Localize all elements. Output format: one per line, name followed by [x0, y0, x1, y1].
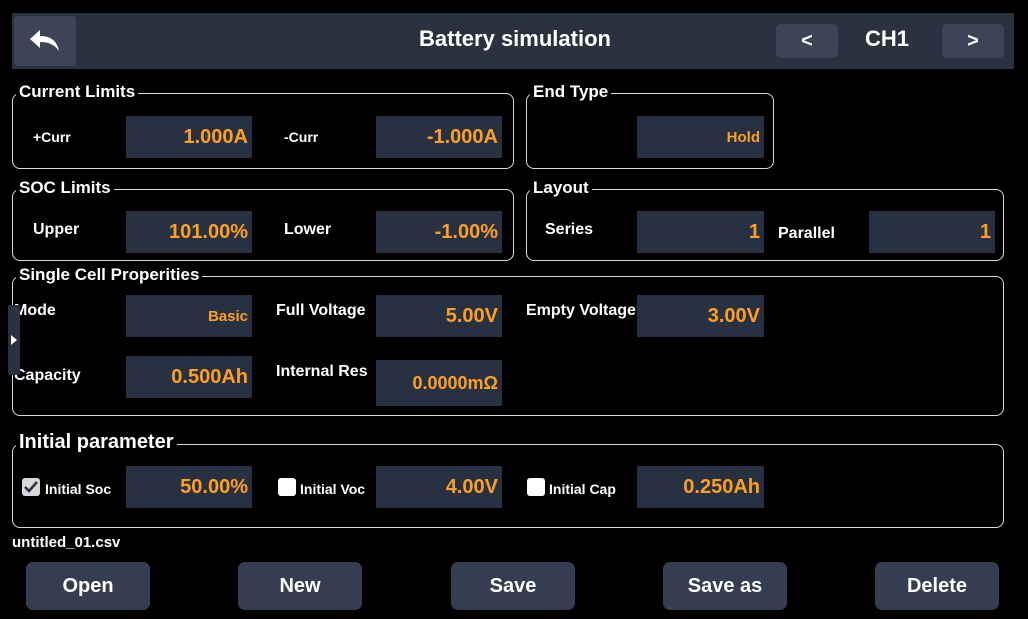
initial-soc-label: Initial Soc: [45, 481, 112, 497]
internal-res-label: Internal Res: [276, 363, 368, 380]
delete-button[interactable]: Delete: [875, 562, 999, 610]
lower-label: Lower: [284, 221, 332, 238]
mode-field[interactable]: Basic: [126, 295, 252, 337]
page-title: Battery simulation: [419, 26, 611, 51]
mode-label: Mode: [14, 302, 56, 319]
minus-curr-label: -Curr: [284, 129, 319, 145]
parallel-field[interactable]: 1: [869, 211, 995, 253]
initial-voc-checkbox[interactable]: [278, 478, 296, 496]
save-as-button[interactable]: Save as: [663, 562, 787, 610]
empty-voltage-field[interactable]: 3.00V: [637, 295, 764, 337]
full-voltage-field[interactable]: 5.00V: [376, 295, 502, 337]
initial-voc-label: Initial Voc: [300, 481, 366, 497]
end-type-title: End Type: [530, 82, 612, 102]
initial-cap-label: Initial Cap: [549, 481, 616, 497]
minus-curr-field[interactable]: -1.000A: [376, 116, 502, 158]
initial-cap-field[interactable]: 0.250Ah: [637, 466, 764, 508]
channel-label: CH1: [864, 26, 909, 51]
single-cell-title: Single Cell Properities: [16, 265, 203, 285]
upper-label: Upper: [33, 221, 80, 238]
initial-voc-field[interactable]: 4.00V: [376, 466, 502, 508]
prev-channel-button[interactable]: <: [776, 24, 838, 58]
file-name: untitled_01.csv: [12, 534, 121, 551]
upper-field[interactable]: 101.00%: [126, 211, 252, 253]
initial-parameter-title: Initial parameter: [16, 432, 177, 452]
capacity-label: Capacity: [14, 367, 81, 384]
soc-limits-title: SOC Limits: [16, 178, 114, 198]
internal-res-field[interactable]: 0.0000mΩ: [376, 360, 502, 406]
next-channel-button[interactable]: >: [942, 24, 1004, 58]
side-panel-handle[interactable]: [8, 305, 20, 375]
initial-soc-field[interactable]: 50.00%: [126, 466, 252, 508]
plus-curr-field[interactable]: 1.000A: [126, 116, 252, 158]
plus-curr-label: +Curr: [33, 129, 71, 145]
save-button[interactable]: Save: [451, 562, 575, 610]
end-type-field[interactable]: Hold: [637, 116, 764, 158]
new-button[interactable]: New: [238, 562, 362, 610]
open-button[interactable]: Open: [26, 562, 150, 610]
parallel-label: Parallel: [778, 225, 835, 242]
full-voltage-label: Full Voltage: [276, 302, 366, 319]
chevron-right-icon: [11, 335, 17, 345]
empty-voltage-label: Empty Voltage: [526, 302, 636, 319]
capacity-field[interactable]: 0.500Ah: [126, 356, 252, 398]
checkmark-icon: [24, 481, 38, 493]
current-limits-title: Current Limits: [16, 82, 139, 102]
lower-field[interactable]: -1.00%: [376, 211, 502, 253]
back-button[interactable]: [14, 16, 76, 66]
initial-cap-checkbox[interactable]: [527, 478, 545, 496]
layout-title: Layout: [530, 178, 592, 198]
initial-soc-checkbox[interactable]: [22, 478, 40, 496]
series-field[interactable]: 1: [637, 211, 764, 253]
series-label: Series: [545, 221, 594, 238]
back-arrow-icon: [30, 30, 59, 51]
